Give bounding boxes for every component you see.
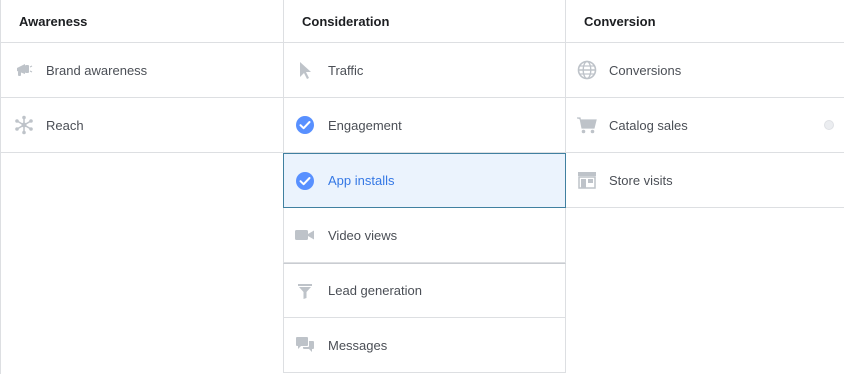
cursor-icon [294, 59, 316, 81]
check-circle-icon [294, 114, 316, 136]
objective-label: Reach [46, 117, 84, 133]
objective-label: Engagement [328, 117, 402, 133]
objective-video-views[interactable]: Video views [283, 208, 566, 263]
objective-label: Traffic [328, 62, 364, 78]
megaphone-icon [13, 59, 35, 81]
objective-label: Brand awareness [46, 62, 148, 78]
objective-reach[interactable]: Reach [1, 98, 284, 153]
consideration-header: Consideration [283, 0, 566, 43]
shopping-cart-icon [576, 114, 598, 136]
video-camera-icon [294, 224, 316, 246]
awareness-header: Awareness [1, 0, 284, 43]
awareness-column: Awareness Brand awareness Reach [0, 0, 284, 374]
objective-catalog-sales[interactable]: Catalog sales [566, 98, 844, 153]
chat-bubbles-icon [294, 334, 316, 356]
globe-icon [576, 59, 598, 81]
objective-lead-generation[interactable]: Lead generation [283, 263, 566, 318]
objective-label: Video views [328, 227, 398, 243]
objective-conversions[interactable]: Conversions [566, 43, 844, 98]
funnel-icon [294, 280, 316, 302]
objective-label: Store visits [609, 172, 673, 188]
objective-label: Conversions [609, 62, 682, 78]
objective-store-visits[interactable]: Store visits [566, 153, 844, 208]
objective-label: Messages [328, 337, 388, 353]
objective-engagement[interactable]: Engagement [283, 98, 566, 153]
objective-messages[interactable]: Messages [283, 318, 566, 373]
objective-traffic[interactable]: Traffic [283, 43, 566, 98]
info-indicator [824, 120, 834, 130]
conversion-column: Conversion Conversions Catalog sales Sto… [566, 0, 844, 208]
objective-label: Lead generation [328, 283, 422, 298]
check-circle-icon [294, 170, 316, 192]
conversion-header: Conversion [566, 0, 844, 43]
objective-brand-awareness[interactable]: Brand awareness [1, 43, 284, 98]
objective-app-installs[interactable]: App installs [283, 153, 566, 208]
storefront-icon [576, 169, 598, 191]
objective-label: Catalog sales [609, 117, 688, 133]
reach-icon [13, 114, 35, 136]
objective-label: App installs [328, 173, 395, 188]
consideration-column: Consideration Traffic Engagement App ins… [283, 0, 566, 374]
